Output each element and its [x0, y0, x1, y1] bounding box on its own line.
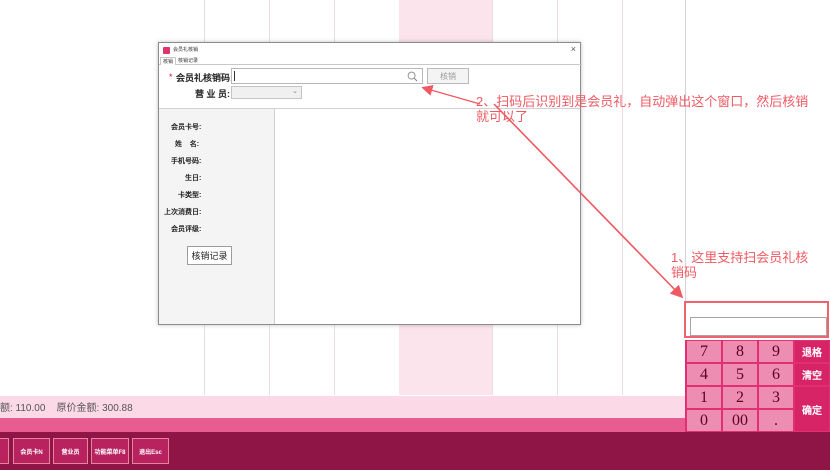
key-4[interactable]: 4 [687, 364, 721, 385]
numeric-keypad: 7 8 9 退格 4 5 6 清空 1 2 3 确定 0 00 . [685, 340, 830, 432]
annotation-step1-line2: 销码 [671, 265, 698, 280]
chevron-down-icon: ⌄ [292, 88, 298, 95]
birthday-label: 生日: [185, 175, 202, 182]
phone-label: 手机号码: [171, 158, 202, 165]
annotation-step2: 2、扫码后识别到是会员礼，自动弹出这个窗口，然后核销 就可以了 [476, 94, 826, 124]
annotation-step2-line1: 2、扫码后识别到是会员礼，自动弹出这个窗口，然后核销 [476, 94, 809, 109]
staff-select[interactable]: ⌄ [231, 86, 302, 99]
tab-verify[interactable]: 核销 [160, 57, 177, 65]
key-7[interactable]: 7 [687, 341, 721, 362]
key-3[interactable]: 3 [759, 387, 793, 408]
salesperson-button[interactable]: 营业员 [53, 438, 88, 464]
key-9[interactable]: 9 [759, 341, 793, 362]
key-0[interactable]: 0 [687, 410, 721, 431]
grid-line [622, 0, 623, 395]
code-label: 会员礼核销码: [176, 73, 233, 83]
last-purchase-label: 上次消费日: [164, 209, 202, 216]
name-label: 姓 名: [175, 141, 200, 148]
status-stripe [0, 418, 685, 432]
close-icon[interactable]: × [571, 44, 576, 54]
text-caret [234, 71, 235, 81]
member-gift-verify-dialog: 会员礼核销 × 核销 核销记录 * 会员礼核销码: 核销 营 业 员: ⌄ 会员… [158, 42, 582, 325]
function-menu-button[interactable]: 功能菜单F8 [91, 438, 129, 464]
key-00[interactable]: 00 [723, 410, 757, 431]
tab-verify-records[interactable]: 核销记录 [176, 57, 200, 65]
card-number-label: 会员卡号: [171, 124, 202, 131]
backspace-key[interactable]: 退格 [795, 341, 829, 362]
member-info-pane: 会员卡号: 姓 名: 手机号码: 生日: 卡类型: 上次消费日: 会员评级: 核… [159, 109, 275, 324]
member-rating-label: 会员评级: [171, 226, 202, 233]
search-icon[interactable] [407, 71, 418, 82]
key-2[interactable]: 2 [723, 387, 757, 408]
card-type-label: 卡类型: [178, 192, 202, 199]
annotation-step1-line1: 1、这里支持扫会员礼核 [671, 250, 809, 265]
verify-records-button[interactable]: 核销记录 [187, 246, 232, 265]
dialog-tabs: 核销 核销记录 [159, 57, 582, 65]
member-card-button[interactable]: 会员卡N [13, 438, 50, 464]
key-1[interactable]: 1 [687, 387, 721, 408]
annotation-step1: 1、这里支持扫会员礼核 销码 [671, 250, 829, 280]
scan-code-input[interactable] [690, 317, 827, 336]
clear-key[interactable]: 清空 [795, 364, 829, 385]
key-8[interactable]: 8 [723, 341, 757, 362]
staff-label: 营 业 员: [195, 89, 230, 99]
function-key-partial[interactable] [0, 438, 9, 464]
dialog-title: 会员礼核销 [173, 47, 199, 53]
confirm-key[interactable]: 确定 [795, 387, 829, 431]
amount-summary: 额: 110.00 原价金额: 300.88 [0, 403, 133, 414]
key-5[interactable]: 5 [723, 364, 757, 385]
key-6[interactable]: 6 [759, 364, 793, 385]
key-dot[interactable]: . [759, 410, 793, 431]
required-mark: * [169, 72, 173, 82]
verify-button[interactable]: 核销 [427, 68, 469, 84]
exit-button[interactable]: 退出Esc [132, 438, 169, 464]
annotation-step2-line2: 就可以了 [476, 109, 529, 124]
gift-code-input[interactable] [231, 68, 423, 84]
app-icon [163, 47, 170, 54]
